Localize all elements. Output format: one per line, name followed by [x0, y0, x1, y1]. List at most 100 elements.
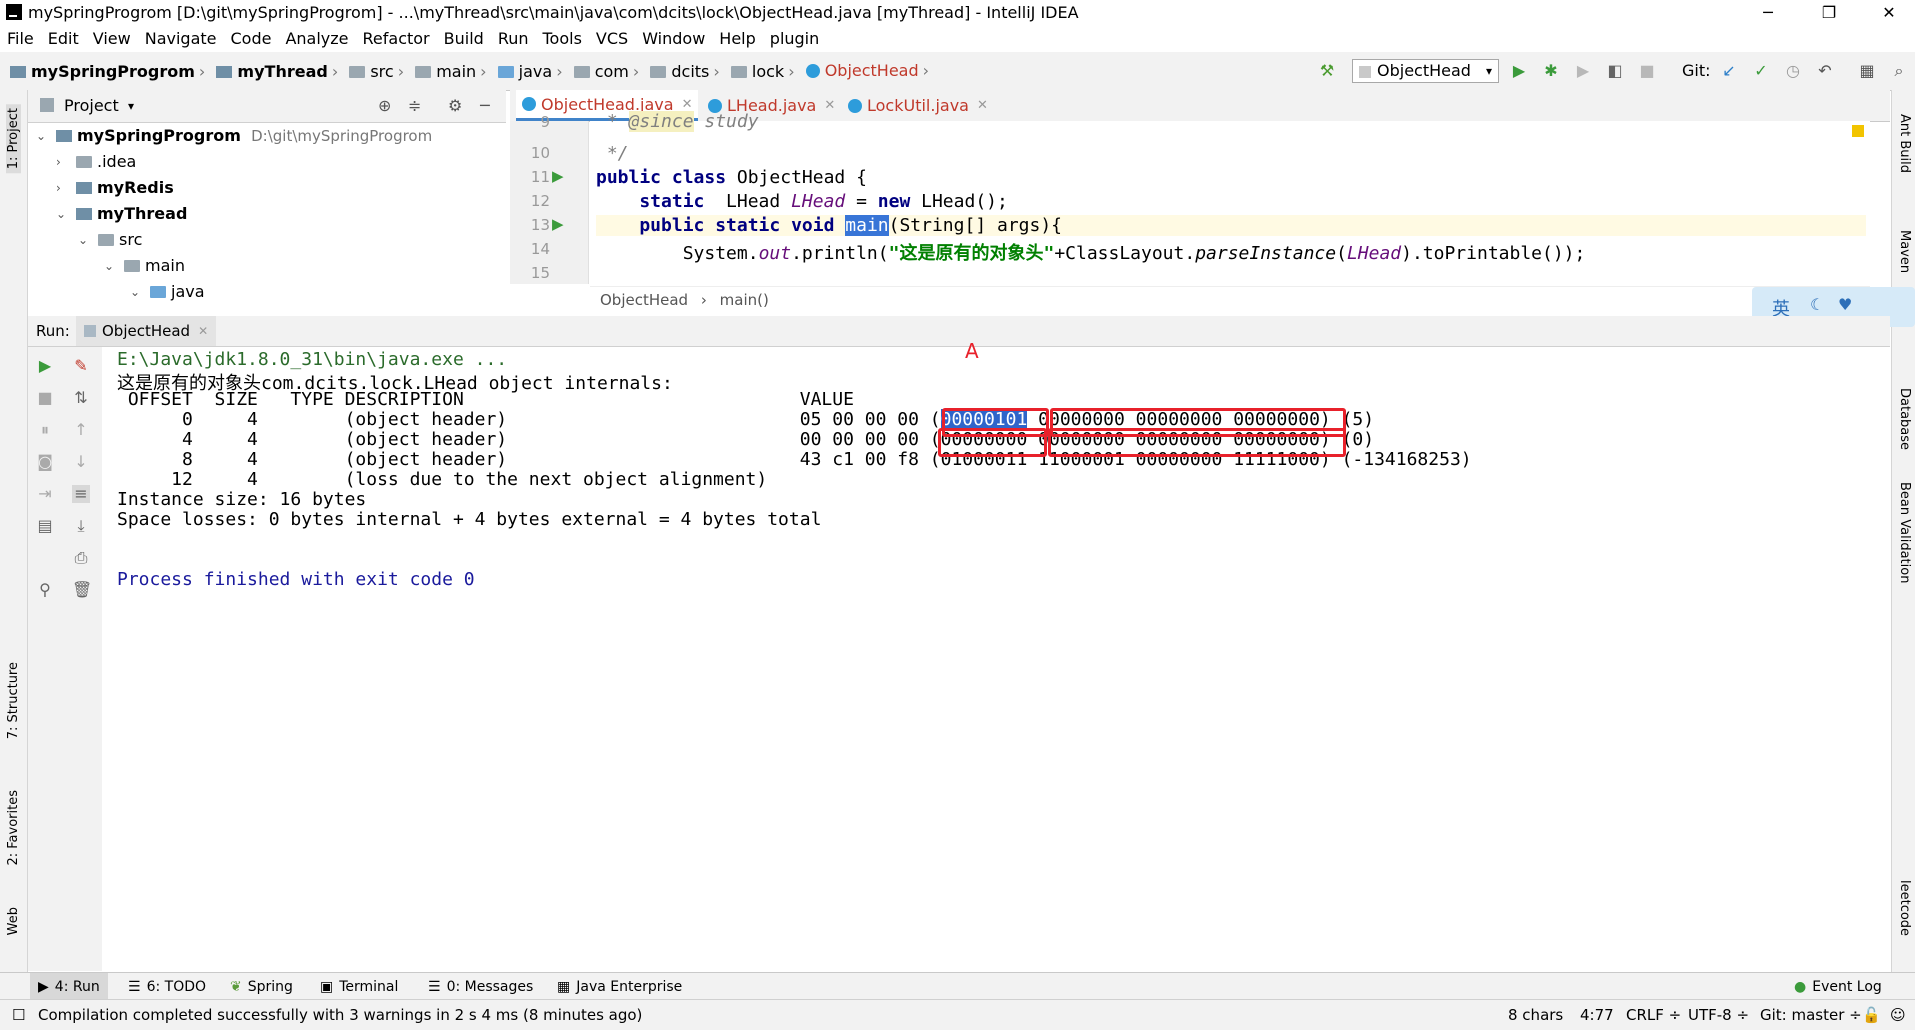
gear-icon[interactable]: ⚙ — [448, 96, 462, 115]
scroll-to-end-icon[interactable]: ⤓ — [72, 517, 90, 535]
menu-tools[interactable]: Tools — [536, 26, 589, 52]
status-toggle-icon[interactable]: ☐ — [12, 1000, 25, 1030]
tree-item-main[interactable]: ⌄ main — [104, 253, 185, 279]
console-output[interactable]: E:\Java\jdk1.8.0_31\bin\java.exe ... 这是原… — [103, 339, 1890, 971]
crumb-project[interactable]: mySpringProgrom › — [10, 53, 205, 91]
import-icon[interactable]: ⇥ — [36, 485, 54, 503]
trash-icon[interactable]: 🗑 — [72, 581, 92, 599]
close-button[interactable]: ✕ — [1866, 0, 1912, 26]
status-encoding[interactable]: UTF-8 ÷ — [1688, 1000, 1749, 1030]
chevron-down-icon[interactable]: ▾ — [128, 90, 134, 122]
tree-item-mythread[interactable]: ⌄ myThread — [56, 201, 187, 227]
ant-build-tool-button[interactable]: Ant Build — [1897, 114, 1912, 173]
run-gutter-icon[interactable]: ▶ — [552, 215, 564, 233]
edit-config-icon[interactable]: ✎ — [72, 357, 90, 375]
database-tool-button[interactable]: Database — [1897, 388, 1912, 450]
crumb-class[interactable]: ObjectHead › — [805, 52, 929, 90]
project-tool-button[interactable]: 1: Project — [6, 104, 21, 174]
menu-navigate[interactable]: Navigate — [138, 26, 224, 52]
warning-marker[interactable] — [1852, 125, 1864, 137]
leetcode-tool-button[interactable]: leetcode — [1897, 880, 1912, 936]
debug-icon[interactable]: ✱ — [1542, 62, 1560, 80]
menu-analyze[interactable]: Analyze — [278, 26, 355, 52]
hide-icon[interactable]: ─ — [480, 96, 490, 115]
coverage-icon[interactable]: ▶ — [1574, 62, 1592, 80]
rerun-icon[interactable]: ▶ — [36, 357, 54, 375]
close-icon[interactable]: ✕ — [977, 98, 988, 113]
tree-item-project[interactable]: ⌄ mySpringProgrom D:\git\mySpringProgrom — [36, 123, 432, 149]
shirt-icon[interactable]: ♥ — [1838, 295, 1852, 314]
project-panel-title[interactable]: Project — [64, 90, 119, 122]
stop-icon[interactable]: ■ — [36, 389, 54, 407]
pause-icon[interactable]: ⏸ — [36, 421, 54, 439]
git-commit-icon[interactable]: ✓ — [1752, 62, 1770, 80]
crumb-module[interactable]: myThread › — [216, 53, 338, 91]
soft-wrap-icon[interactable]: ≡ — [72, 485, 90, 503]
status-git-branch[interactable]: Git: master ÷ — [1760, 1000, 1862, 1030]
code-editor[interactable]: * @since study */ public class ObjectHea… — [590, 111, 1870, 284]
menu-vcs[interactable]: VCS — [589, 26, 635, 52]
minimize-button[interactable]: ─ — [1745, 0, 1791, 26]
status-line-separator[interactable]: CRLF ÷ — [1626, 1000, 1681, 1030]
menu-help[interactable]: Help — [712, 26, 762, 52]
java-enterprise-tool-button[interactable]: ▦ Java Enterprise — [557, 973, 682, 1000]
build-hammer-icon[interactable]: ⚒ — [1318, 62, 1336, 80]
moon-icon[interactable]: ☾ — [1810, 295, 1824, 314]
git-history-icon[interactable]: ◷ — [1784, 62, 1802, 80]
crumb-dcits[interactable]: dcits › — [650, 53, 720, 91]
breadcrumb-method[interactable]: main() — [720, 291, 769, 309]
locate-icon[interactable]: ⊕ — [378, 96, 391, 115]
status-caret-position[interactable]: 4:77 — [1580, 1000, 1614, 1030]
collapse-all-icon[interactable]: ≑ — [408, 96, 421, 115]
crumb-com[interactable]: com › — [573, 53, 639, 91]
stop-icon[interactable]: ■ — [1638, 62, 1656, 80]
menu-file[interactable]: File — [0, 26, 41, 52]
run-icon[interactable]: ▶ — [1510, 62, 1528, 80]
menu-plugin[interactable]: plugin — [763, 26, 826, 52]
down-arrow-icon[interactable]: ↓ — [72, 453, 90, 471]
web-tool-button[interactable]: Web — [6, 907, 21, 935]
close-icon[interactable]: ✕ — [198, 324, 208, 338]
event-log-tool-button[interactable]: ● Event Log — [1794, 973, 1882, 1000]
menu-edit[interactable]: Edit — [41, 26, 86, 52]
pin-icon[interactable]: ⚲ — [36, 581, 54, 599]
run-gutter-icon[interactable]: ▶ — [552, 167, 564, 185]
messages-tool-button[interactable]: ☰ 0: Messages — [428, 973, 533, 1000]
status-message[interactable]: Compilation completed successfully with … — [38, 1000, 642, 1030]
lock-icon[interactable]: 🔓 — [1862, 1000, 1881, 1030]
git-update-icon[interactable]: ↙ — [1720, 62, 1738, 80]
menu-view[interactable]: View — [86, 26, 138, 52]
project-structure-icon[interactable]: ▦ — [1858, 62, 1876, 80]
menu-build[interactable]: Build — [437, 26, 491, 52]
menu-window[interactable]: Window — [635, 26, 712, 52]
run-tab-objecthead[interactable]: ObjectHead ✕ — [76, 316, 217, 346]
structure-tool-button[interactable]: 7: Structure — [6, 662, 21, 739]
tree-item-src[interactable]: ⌄ src — [78, 227, 142, 253]
tree-item-idea[interactable]: › .idea — [56, 149, 136, 175]
sort-icon[interactable]: ⇅ — [72, 389, 90, 407]
profile-icon[interactable]: ◧ — [1606, 62, 1624, 80]
close-icon[interactable]: ✕ — [682, 97, 693, 112]
maximize-button[interactable]: ❐ — [1806, 0, 1852, 26]
close-icon[interactable]: ✕ — [824, 98, 835, 113]
tree-item-java[interactable]: ⌄ java — [130, 279, 205, 305]
crumb-main[interactable]: main › — [415, 53, 487, 91]
tree-item-myredis[interactable]: › myRedis — [56, 175, 174, 201]
terminal-tool-button[interactable]: ▣ Terminal — [320, 973, 398, 1000]
run-tool-button[interactable]: ▶ 4: Run — [30, 973, 108, 1000]
menu-run[interactable]: Run — [491, 26, 536, 52]
crumb-lock[interactable]: lock › — [730, 53, 795, 91]
crumb-src[interactable]: src › — [349, 53, 404, 91]
breadcrumb-class[interactable]: ObjectHead — [600, 291, 688, 309]
up-arrow-icon[interactable]: ↑ — [72, 421, 90, 439]
camera-icon[interactable]: ◙ — [36, 453, 54, 471]
bean-validation-tool-button[interactable]: Bean Validation — [1897, 482, 1912, 583]
spring-tool-button[interactable]: ❦ Spring — [230, 973, 293, 1000]
tab-lockutil-java[interactable]: LockUtil.java ✕ — [842, 90, 994, 121]
git-rollback-icon[interactable]: ↶ — [1816, 62, 1834, 80]
inspector-icon[interactable]: ☺ — [1890, 1000, 1906, 1030]
favorites-tool-button[interactable]: 2: Favorites — [6, 790, 21, 866]
layout-icon[interactable]: ▤ — [36, 517, 54, 535]
menu-code[interactable]: Code — [224, 26, 279, 52]
print-icon[interactable]: ⎙ — [72, 549, 90, 567]
